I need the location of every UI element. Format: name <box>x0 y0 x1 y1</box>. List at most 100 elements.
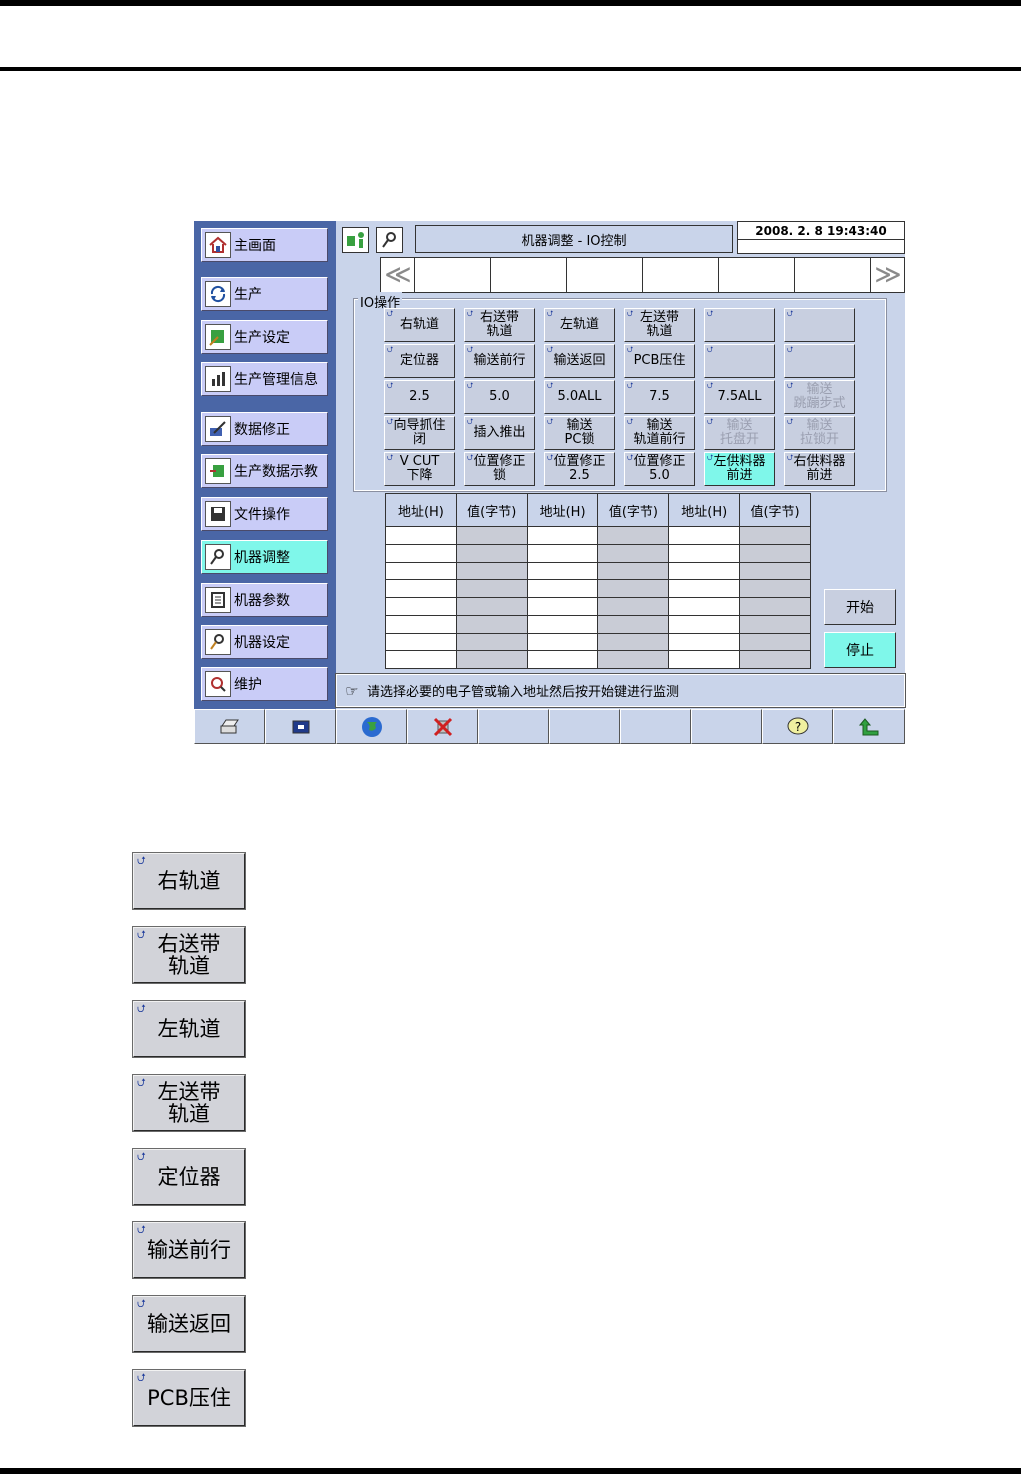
address-cell[interactable] <box>385 632 457 652</box>
status-bar: ☞ 请选择必要的电子管或输入地址然后按开始键进行监测 <box>335 673 906 708</box>
legend-io-button[interactable]: ⮍ 定位器 <box>132 1148 246 1206</box>
legend-io-button[interactable]: ⮍ 输送前行 <box>132 1221 246 1279</box>
io-button[interactable]: ⮍ 输送 托盘开 <box>704 416 775 450</box>
io-button[interactable]: ⮍ 7.5 <box>624 380 695 414</box>
toolbar-empty-slot[interactable] <box>478 709 549 744</box>
sidebar-item-data-edit[interactable]: 数据修正 <box>201 412 328 446</box>
value-cell <box>455 650 528 669</box>
io-button[interactable]: ⮍ <box>784 308 855 342</box>
tab-empty[interactable] <box>567 258 643 292</box>
address-cell[interactable] <box>668 526 741 545</box>
sidebar-item-production-setup[interactable]: 生产设定 <box>201 320 328 354</box>
machine-adjust-icon[interactable] <box>376 227 403 253</box>
sidebar-item-maintenance[interactable]: 维护 <box>201 667 328 701</box>
io-button[interactable]: ⮍ 输送 拉锁开 <box>784 416 855 450</box>
window-icon[interactable] <box>265 709 336 744</box>
sidebar-item-production[interactable]: 生产 <box>201 277 328 311</box>
address-cell[interactable] <box>385 561 457 581</box>
address-cell[interactable] <box>668 614 741 634</box>
address-cell[interactable] <box>668 632 741 652</box>
io-indicator-icon: ⮍ <box>707 309 714 318</box>
address-cell[interactable] <box>385 614 457 634</box>
legend-io-button[interactable]: ⮍ 左送带 轨道 <box>132 1074 246 1132</box>
io-button[interactable]: ⮍ 位置修正锁 <box>464 452 535 486</box>
io-button[interactable]: ⮍ 位置修正 5.0 <box>624 452 695 486</box>
io-button[interactable]: ⮍ 5.0ALL <box>544 380 615 414</box>
address-cell[interactable] <box>668 543 741 563</box>
address-cell[interactable] <box>668 579 741 598</box>
address-cell[interactable] <box>526 614 599 634</box>
io-indicator-icon: ⮍ <box>467 309 474 318</box>
return-arrow-icon[interactable] <box>833 709 905 744</box>
sidebar-item-machine-setting[interactable]: 机器设定 <box>201 625 328 659</box>
legend-io-button[interactable]: ⮍ 输送返回 <box>132 1295 246 1353</box>
sidebar-item-home[interactable]: 主画面 <box>201 228 328 262</box>
address-cell[interactable] <box>668 650 741 669</box>
legend-io-button[interactable]: ⮍ PCB压住 <box>132 1369 246 1427</box>
address-cell[interactable] <box>526 526 599 545</box>
io-button[interactable]: ⮍ 右供料器 前进 <box>784 452 855 486</box>
io-button[interactable]: ⮍ 输送前行 <box>464 344 535 378</box>
sidebar-item-production-info[interactable]: 生产管理信息 <box>201 362 328 396</box>
stop-button[interactable]: 停止 <box>824 632 896 668</box>
io-button[interactable]: ⮍ 5.0 <box>464 380 535 414</box>
tab-empty[interactable] <box>795 258 871 292</box>
sidebar-item-machine-adjust[interactable]: 机器调整 <box>201 540 328 574</box>
io-button[interactable]: ⮍ PCB压住 <box>624 344 695 378</box>
help-icon[interactable]: ? <box>762 709 833 744</box>
sidebar-item-machine-parameter[interactable]: 机器参数 <box>201 583 328 617</box>
address-cell[interactable] <box>385 650 457 669</box>
io-button[interactable]: ⮍ 输送 跳蹦步式 <box>784 380 855 414</box>
io-button[interactable]: ⮍ 位置修正 2.5 <box>544 452 615 486</box>
toolbar-empty-slot[interactable] <box>549 709 620 744</box>
address-cell[interactable] <box>385 526 457 545</box>
address-cell[interactable] <box>668 597 741 616</box>
io-button[interactable]: ⮍ 左轨道 <box>544 308 615 342</box>
io-button[interactable]: ⮍ V CUT 下降 <box>384 452 455 486</box>
io-button[interactable]: ⮍ 左供料器 前进 <box>704 452 775 486</box>
io-button[interactable]: ⮍ 右送带 轨道 <box>464 308 535 342</box>
address-cell[interactable] <box>385 543 457 563</box>
legend-io-button[interactable]: ⮍ 右轨道 <box>132 852 246 910</box>
address-cell[interactable] <box>526 632 599 652</box>
address-cell[interactable] <box>526 579 599 598</box>
address-cell[interactable] <box>526 543 599 563</box>
io-button[interactable]: ⮍ <box>704 344 775 378</box>
io-button[interactable]: ⮍ 2.5 <box>384 380 455 414</box>
operator-icon[interactable] <box>342 227 369 253</box>
column-header: 值(字节) <box>455 493 528 527</box>
address-cell[interactable] <box>668 561 741 581</box>
io-button[interactable]: ⮍ 输送 轨道前行 <box>624 416 695 450</box>
io-button[interactable]: ⮍ 7.5ALL <box>704 380 775 414</box>
io-button[interactable]: ⮍ 定位器 <box>384 344 455 378</box>
io-button[interactable]: ⮍ 输送 PC锁 <box>544 416 615 450</box>
legend-io-button[interactable]: ⮍ 左轨道 <box>132 1000 246 1058</box>
address-cell[interactable] <box>385 579 457 598</box>
tab-empty[interactable] <box>719 258 795 292</box>
toolbar-empty-slot[interactable] <box>691 709 762 744</box>
tab-scroll-right-icon[interactable]: ≫ <box>871 258 905 292</box>
io-button[interactable]: ⮍ 输送返回 <box>544 344 615 378</box>
address-cell[interactable] <box>526 597 599 616</box>
io-button[interactable]: ⮍ <box>704 308 775 342</box>
legend-io-button[interactable]: ⮍ 右送带 轨道 <box>132 926 246 984</box>
globe-icon[interactable] <box>336 709 407 744</box>
address-cell[interactable] <box>385 597 457 616</box>
sidebar-item-teaching[interactable]: 生产数据示教 <box>201 454 328 488</box>
cancel-x-icon[interactable] <box>407 709 478 744</box>
io-button[interactable]: ⮍ 右轨道 <box>384 308 455 342</box>
address-cell[interactable] <box>526 561 599 581</box>
toolbar-empty-slot[interactable] <box>620 709 691 744</box>
printer-icon[interactable] <box>194 709 265 744</box>
value-cell <box>597 597 670 616</box>
tab-empty[interactable] <box>491 258 567 292</box>
start-button[interactable]: 开始 <box>824 589 896 625</box>
address-cell[interactable] <box>526 650 599 669</box>
io-button[interactable]: ⮍ <box>784 344 855 378</box>
io-button[interactable]: ⮍ 插入推出 <box>464 416 535 450</box>
sidebar-item-file[interactable]: 文件操作 <box>201 497 328 531</box>
tab-empty[interactable] <box>415 258 491 292</box>
io-button[interactable]: ⮍ 左送带 轨道 <box>624 308 695 342</box>
io-button[interactable]: ⮍ 向导抓住闭 <box>384 416 455 450</box>
tab-empty[interactable] <box>643 258 719 292</box>
